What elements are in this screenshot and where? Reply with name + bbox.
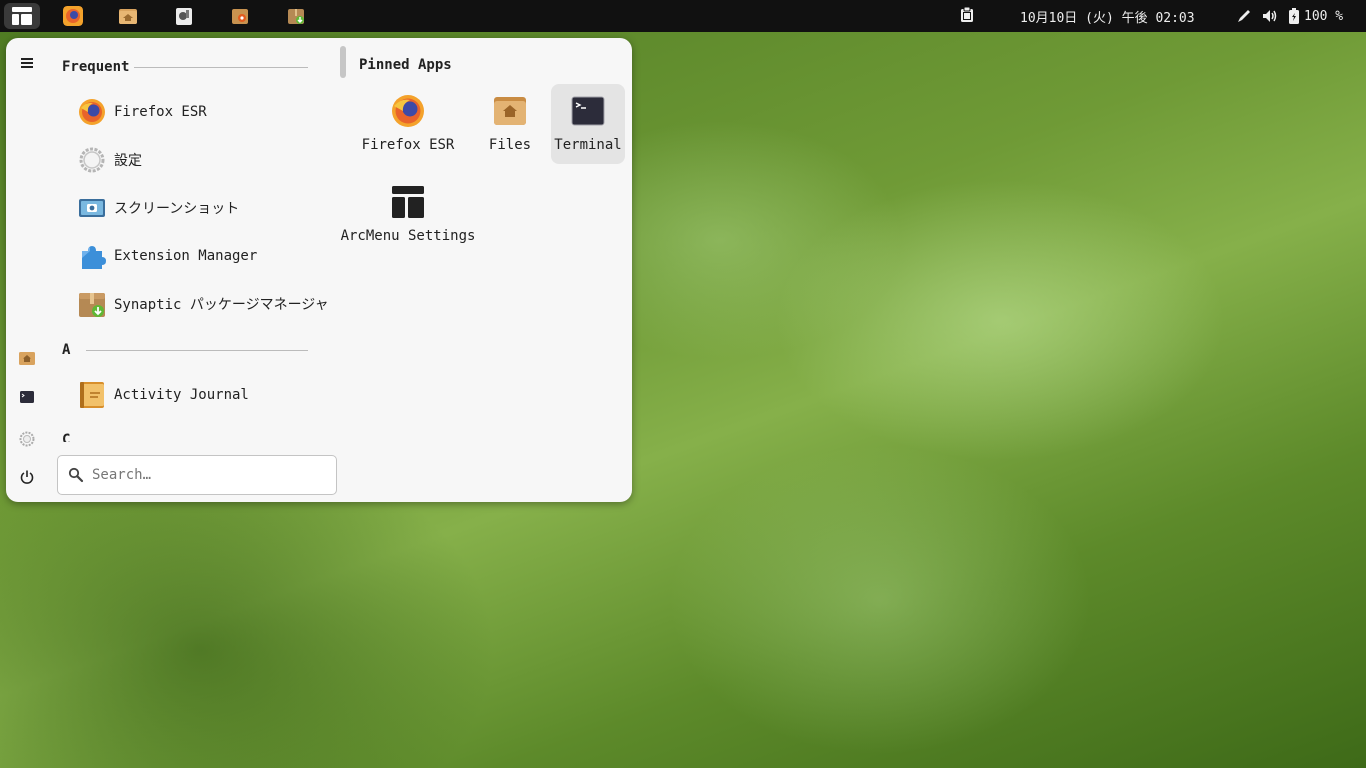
pinned-terminal[interactable]: Terminal: [551, 84, 625, 164]
files-folder-icon: [494, 97, 526, 125]
hamburger-button[interactable]: [14, 50, 40, 76]
software-center-icon: [232, 9, 248, 24]
system-tray[interactable]: 100 %: [1236, 6, 1343, 26]
synaptic-launcher[interactable]: [281, 3, 311, 29]
menu-sidebar: [6, 38, 48, 502]
terminal-icon: [20, 391, 34, 403]
journal-icon: [80, 382, 104, 408]
pinned-label: Firefox ESR: [361, 137, 455, 153]
puzzle-icon: [82, 246, 106, 269]
arcmenu-icon: [12, 7, 32, 25]
arcmenu-button[interactable]: [4, 3, 40, 29]
clock[interactable]: 10月10日 (火) 午後 02:03: [1020, 7, 1195, 26]
section-c-header: C: [62, 432, 71, 442]
pinned-label: Terminal: [554, 137, 622, 153]
section-c-clip: C: [62, 432, 82, 442]
app-label: Firefox ESR: [114, 104, 207, 120]
app-synaptic[interactable]: Synaptic パッケージマネージャ: [72, 284, 332, 324]
app-label: Activity Journal: [114, 387, 249, 403]
files-launcher[interactable]: [113, 3, 143, 29]
pinned-files[interactable]: Files: [473, 84, 547, 164]
pinned-label: ArcMenu Settings: [340, 228, 476, 244]
app-settings[interactable]: 設定: [72, 140, 332, 180]
firefox-launcher[interactable]: [58, 3, 88, 29]
app-label: スクリーンショット: [114, 201, 240, 217]
arcmenu-icon: [392, 186, 424, 218]
power-button[interactable]: [14, 464, 40, 490]
volume-icon: [1263, 10, 1277, 22]
hamburger-icon: [21, 58, 33, 68]
pinned-apps-header: Pinned Apps: [359, 57, 452, 73]
pinned-arcmenu-settings[interactable]: ArcMenu Settings: [341, 175, 475, 255]
pinned-label: Files: [488, 137, 532, 153]
sidebar-settings-button[interactable]: [14, 426, 40, 452]
section-divider: [134, 67, 308, 68]
search-box[interactable]: [57, 455, 337, 495]
arcmenu-panel: Frequent Firefox ESR 設定 スクリーンショット Extens…: [6, 38, 632, 502]
app-extension-manager[interactable]: Extension Manager: [72, 236, 332, 276]
sidebar-files-button[interactable]: [14, 345, 40, 371]
terminal-icon: [571, 96, 605, 126]
battery-indicator: 100 %: [1288, 8, 1343, 24]
home-folder-icon: [19, 352, 35, 365]
battery-icon: [1289, 8, 1299, 24]
settings-gear-icon: [19, 431, 35, 447]
app-screenshot[interactable]: スクリーンショット: [72, 188, 332, 228]
section-divider: [86, 350, 308, 351]
pinned-firefox-esr[interactable]: Firefox ESR: [362, 84, 454, 164]
battery-percent: 100 %: [1304, 8, 1344, 24]
files-icon: [119, 9, 137, 24]
screenshot-icon: [79, 199, 105, 217]
top-bar: 10月10日 (火) 午後 02:03 100 %: [0, 0, 1366, 32]
app-firefox-esr[interactable]: Firefox ESR: [72, 92, 332, 132]
app-label: Synaptic パッケージマネージャ: [114, 297, 329, 313]
firefox-icon: [392, 95, 424, 127]
search-icon: [68, 467, 84, 483]
frequent-header: Frequent: [62, 59, 130, 75]
app-activity-journal[interactable]: Activity Journal: [72, 375, 332, 415]
sidebar-terminal-button[interactable]: [14, 384, 40, 410]
firefox-icon: [63, 6, 83, 26]
pen-icon: [1238, 10, 1250, 22]
section-a-header: A: [62, 342, 71, 358]
synaptic-icon: [288, 9, 304, 24]
search-input[interactable]: [90, 466, 324, 484]
scrollbar-thumb[interactable]: [340, 46, 346, 78]
app-label: Extension Manager: [114, 248, 258, 264]
firefox-icon: [79, 99, 105, 125]
settings-gear-icon: [79, 147, 105, 173]
gimp-icon: [176, 8, 192, 25]
clipboard-icon[interactable]: [960, 7, 974, 23]
gimp-launcher[interactable]: [169, 3, 199, 29]
app-label: 設定: [114, 153, 142, 169]
software-center-launcher[interactable]: [225, 3, 255, 29]
power-icon: [20, 470, 34, 484]
synaptic-icon: [79, 293, 105, 317]
